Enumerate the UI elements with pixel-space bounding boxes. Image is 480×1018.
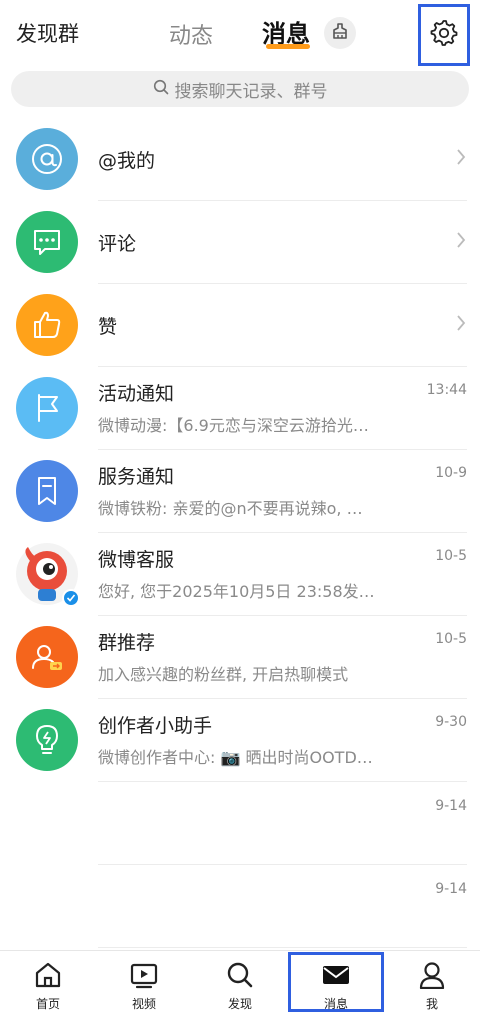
discover-search-icon xyxy=(225,961,255,993)
message-preview: 加入感兴趣的粉丝群, 开启热聊模式 xyxy=(98,665,349,684)
message-time: 10-5 xyxy=(435,631,467,647)
verified-badge-icon xyxy=(62,589,80,607)
nav-label: 视频 xyxy=(131,997,156,1011)
top-bar: 发现群 动态 消息 xyxy=(0,0,480,66)
search-bar[interactable]: 搜索聊天记录、群号 xyxy=(11,71,469,107)
clean-unread-button[interactable] xyxy=(324,17,356,49)
nav-profile[interactable]: 我 xyxy=(384,951,480,1018)
nav-discover[interactable]: 发现 xyxy=(192,951,288,1018)
search-placeholder: 搜索聊天记录、群号 xyxy=(174,81,328,102)
chevron-right-icon xyxy=(456,314,466,336)
message-time: 10-5 xyxy=(435,548,467,564)
message-preview: 您好, 您于2025年10月5日 23:58发… xyxy=(98,582,375,601)
message-title: 创作者小助手 xyxy=(98,715,213,737)
nav-messages[interactable]: 消息 xyxy=(288,952,384,1012)
message-time: 13:44 xyxy=(426,382,467,398)
broom-icon xyxy=(331,22,349,44)
nav-label: 我 xyxy=(425,997,438,1011)
home-icon xyxy=(33,961,63,993)
flag-icon xyxy=(16,377,78,439)
message-row-activity-notice[interactable]: 活动通知 微博动漫:【6.9元恋与深空云游拾光… 13:44 xyxy=(0,367,480,450)
message-title: 微博客服 xyxy=(98,549,175,571)
message-row-creator-assistant[interactable]: 创作者小助手 微博创作者中心: 📷 晒出时尚OOTD… 9-30 xyxy=(0,699,480,782)
profile-icon xyxy=(417,961,447,993)
bookmark-icon xyxy=(16,460,78,522)
tab-dynamic[interactable]: 动态 xyxy=(169,18,213,50)
bottom-nav: 首页 视频 发现 消息 我 xyxy=(0,950,480,1018)
lightbulb-icon xyxy=(16,709,78,771)
mail-icon xyxy=(321,961,351,993)
settings-button[interactable] xyxy=(418,4,470,66)
message-preview: 微博动漫:【6.9元恋与深空云游拾光… xyxy=(98,416,369,435)
message-row-weibo-support[interactable]: 微博客服 您好, 您于2025年10月5日 23:58发… 10-5 xyxy=(0,533,480,616)
message-title: @我的 xyxy=(98,150,156,172)
chevron-right-icon xyxy=(456,148,466,170)
message-row-blank[interactable]: 9-14 xyxy=(0,865,480,948)
message-row-likes[interactable]: 赞 xyxy=(0,284,480,367)
message-row-service-notice[interactable]: 服务通知 微博铁粉: 亲爱的@n不要再说辣o, … 10-9 xyxy=(0,450,480,533)
message-list: @我的 评论 赞 活动通知 微博动漫:【6.9元恋与深空云游拾光… 13:44 … xyxy=(0,118,480,948)
message-time: 10-9 xyxy=(435,465,467,481)
chevron-right-icon xyxy=(456,231,466,253)
message-title: 活动通知 xyxy=(98,383,175,405)
thumbs-up-icon xyxy=(16,294,78,356)
video-icon xyxy=(129,961,159,993)
group-icon xyxy=(16,626,78,688)
message-preview: 微博创作者中心: 📷 晒出时尚OOTD… xyxy=(98,748,373,767)
message-title: 服务通知 xyxy=(98,466,175,488)
message-row-mentions[interactable]: @我的 xyxy=(0,118,480,201)
search-icon xyxy=(153,79,169,99)
nav-label: 消息 xyxy=(323,997,348,1011)
gear-icon xyxy=(430,19,458,51)
message-time: 9-14 xyxy=(435,881,467,897)
message-title: 赞 xyxy=(98,316,118,338)
active-tab-indicator xyxy=(266,44,310,49)
message-time: 9-14 xyxy=(435,798,467,814)
nav-label: 发现 xyxy=(227,997,252,1011)
message-time: 9-30 xyxy=(435,714,467,730)
message-title: 评论 xyxy=(98,233,137,255)
message-preview: 微博铁粉: 亲爱的@n不要再说辣o, … xyxy=(98,499,363,518)
nav-video[interactable]: 视频 xyxy=(96,951,192,1018)
row-divider xyxy=(98,947,467,948)
message-row-comments[interactable]: 评论 xyxy=(0,201,480,284)
nav-home[interactable]: 首页 xyxy=(0,951,96,1018)
message-row-group-recommend[interactable]: 群推荐 加入感兴趣的粉丝群, 开启热聊模式 10-5 xyxy=(0,616,480,699)
discover-group-button[interactable]: 发现群 xyxy=(16,18,79,48)
message-title: 群推荐 xyxy=(98,632,156,654)
nav-label: 首页 xyxy=(35,997,60,1011)
at-icon xyxy=(16,128,78,190)
message-row-blank[interactable]: 9-14 xyxy=(0,782,480,865)
comment-icon xyxy=(16,211,78,273)
